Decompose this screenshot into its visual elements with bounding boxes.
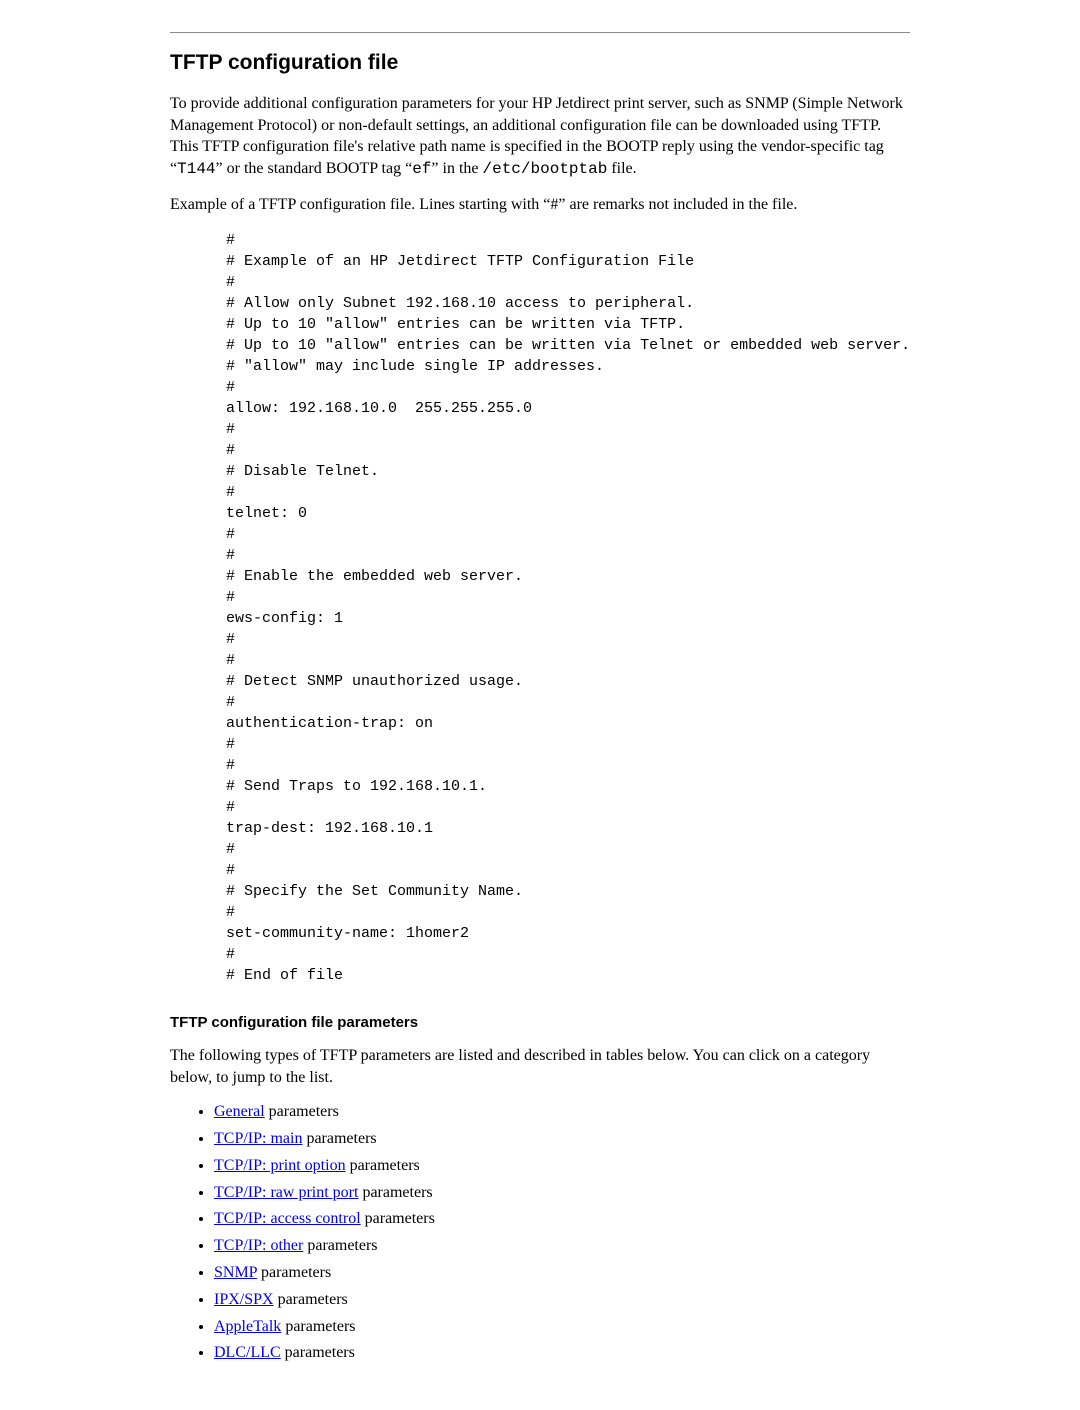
list-item-suffix: parameters <box>265 1103 339 1120</box>
code-ef: ef <box>412 160 431 178</box>
link-general[interactable]: General <box>214 1103 265 1120</box>
list-item-suffix: parameters <box>274 1291 348 1308</box>
list-item: TCP/IP: main parameters <box>214 1129 910 1150</box>
list-item: TCP/IP: print option parameters <box>214 1156 910 1177</box>
list-item: IPX/SPX parameters <box>214 1290 910 1311</box>
link-tcpip-raw-print-port[interactable]: TCP/IP: raw print port <box>214 1184 358 1201</box>
link-snmp[interactable]: SNMP <box>214 1264 257 1281</box>
subsection-title: TFTP configuration file parameters <box>170 1014 910 1031</box>
parameter-category-list: General parameters TCP/IP: main paramete… <box>170 1102 910 1364</box>
list-item: SNMP parameters <box>214 1263 910 1284</box>
link-tcpip-main[interactable]: TCP/IP: main <box>214 1130 302 1147</box>
list-item-suffix: parameters <box>303 1237 377 1254</box>
list-item-suffix: parameters <box>346 1157 420 1174</box>
link-appletalk[interactable]: AppleTalk <box>214 1318 281 1335</box>
list-item-suffix: parameters <box>302 1130 376 1147</box>
intro-paragraph-1: To provide additional configuration para… <box>170 93 910 180</box>
subsection-intro: The following types of TFTP parameters a… <box>170 1045 910 1088</box>
link-tcpip-access-control[interactable]: TCP/IP: access control <box>214 1210 361 1227</box>
link-dlc-llc[interactable]: DLC/LLC <box>214 1344 281 1361</box>
link-tcpip-print-option[interactable]: TCP/IP: print option <box>214 1157 346 1174</box>
code-t144: T144 <box>177 160 215 178</box>
intro-paragraph-2: Example of a TFTP configuration file. Li… <box>170 194 910 216</box>
link-tcpip-other[interactable]: TCP/IP: other <box>214 1237 303 1254</box>
intro-text-d: file. <box>607 160 636 177</box>
section-title: TFTP configuration file <box>170 51 910 75</box>
list-item-suffix: parameters <box>361 1210 435 1227</box>
list-item: DLC/LLC parameters <box>214 1343 910 1364</box>
list-item: TCP/IP: raw print port parameters <box>214 1183 910 1204</box>
section-divider <box>170 32 910 33</box>
intro-text-b: ” or the standard BOOTP tag “ <box>216 160 413 177</box>
tftp-config-example: # # Example of an HP Jetdirect TFTP Conf… <box>226 230 910 986</box>
list-item: General parameters <box>214 1102 910 1123</box>
intro-text-c: ” in the <box>431 160 482 177</box>
list-item: TCP/IP: access control parameters <box>214 1209 910 1230</box>
list-item-suffix: parameters <box>358 1184 432 1201</box>
list-item: TCP/IP: other parameters <box>214 1236 910 1257</box>
list-item-suffix: parameters <box>281 1344 355 1361</box>
list-item-suffix: parameters <box>281 1318 355 1335</box>
list-item: AppleTalk parameters <box>214 1317 910 1338</box>
list-item-suffix: parameters <box>257 1264 331 1281</box>
code-bootptab-path: /etc/bootptab <box>483 160 608 178</box>
link-ipx-spx[interactable]: IPX/SPX <box>214 1291 274 1308</box>
